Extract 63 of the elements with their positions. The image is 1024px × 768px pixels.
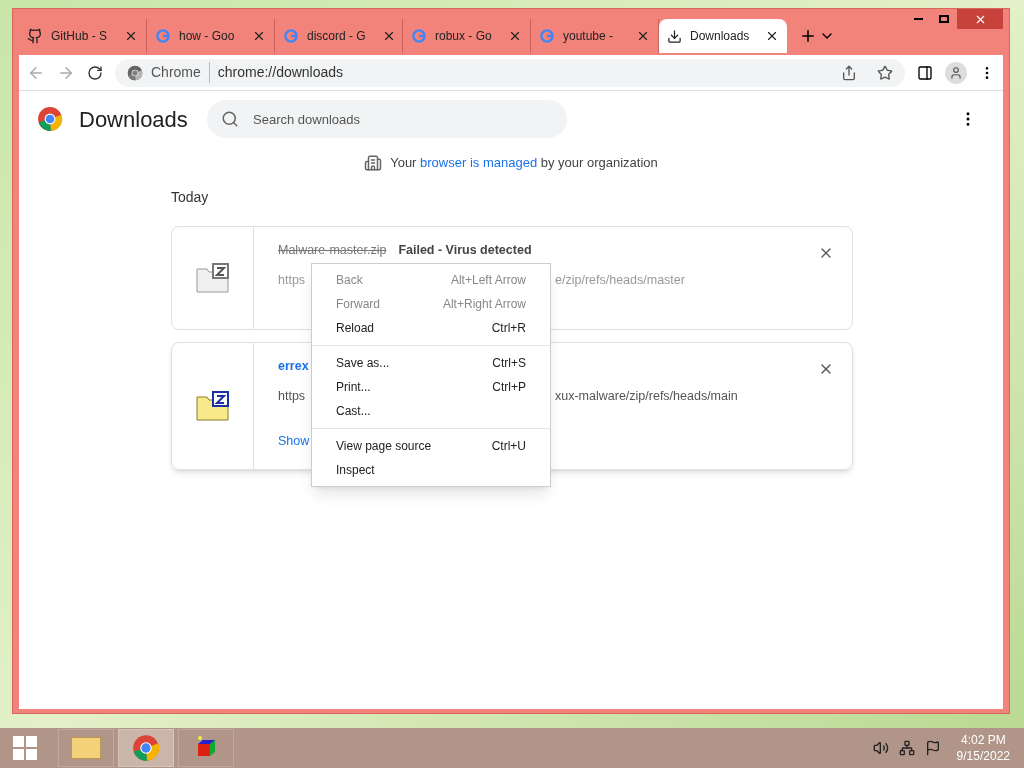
clock-date: 9/15/2022 [956,748,1010,764]
tab-title: how - Goo [179,28,235,45]
clock-time: 4:02 PM [960,732,1006,748]
file-url: xux-malware/zip/refs/heads/main [555,388,738,406]
download-status: Failed - Virus detected [398,241,532,259]
network-icon[interactable] [898,740,915,756]
new-tab-icon[interactable] [799,27,817,45]
letter-g-icon [411,28,427,44]
tab-title: discord - G [307,28,366,45]
browser-tab[interactable]: GitHub - S [19,19,147,53]
site-chip: Chrome [151,62,210,83]
menu-item[interactable]: Save as... Ctrl+S [312,351,550,375]
close-icon[interactable] [252,29,266,43]
browser-tab[interactable]: discord - G [275,19,403,53]
menu-item[interactable]: Reload Ctrl+R [312,316,550,340]
chrome-logo-icon [127,64,143,81]
share-icon[interactable] [841,64,857,81]
chrome-logo-icon [132,734,160,762]
managed-notice: Your browser is managed by your organization [390,154,658,172]
browser-tab[interactable]: how - Goo [147,19,275,53]
zip-file-icon [195,390,230,421]
tab-title: youtube - [563,28,614,45]
show-link[interactable]: Show [278,432,310,451]
tab-title: Downloads [690,28,750,45]
tab-title: robux - Go [435,28,492,45]
close-icon[interactable] [636,29,650,43]
address-bar[interactable]: Chrome chrome://downloads [115,58,905,87]
managed-link[interactable]: browser is managed [420,155,538,170]
url-text: chrome://downloads [217,63,345,82]
close-icon[interactable] [508,29,522,43]
file-url: https [278,273,306,288]
zip-file-icon [195,262,230,293]
search-field[interactable]: Search downloads [207,100,567,138]
page-title: Downloads [79,105,189,134]
browser-tab[interactable]: robux - Go [403,19,531,53]
letter-g-icon [283,28,299,44]
menu-item[interactable]: Print... Ctrl+P [312,375,550,399]
search-icon [221,110,239,128]
chrome-logo-icon [37,106,63,132]
chrome-taskbar-button[interactable] [118,729,174,767]
cube-icon[interactable] [178,729,234,767]
menu-item[interactable]: Cast... [312,399,550,423]
star-icon[interactable] [877,64,893,81]
file-name: Malware-master.zip [278,241,387,259]
cat-icon [27,28,43,44]
tab-title: GitHub - S [51,28,107,45]
profile-icon[interactable] [945,61,967,84]
file-url: https [278,389,306,404]
letter-g-icon [539,28,555,44]
side-panel-icon[interactable] [917,64,933,81]
file-name[interactable]: errex [278,356,309,376]
section-heading: Today [171,187,210,207]
download-icon [667,28,682,44]
menu-item[interactable]: Inspect [312,458,550,482]
menu-item[interactable]: View page source Ctrl+U [312,434,550,458]
reload-icon[interactable] [87,64,103,81]
speaker-muted-icon[interactable] [872,740,889,756]
flag-icon[interactable] [924,740,941,756]
building-icon [364,153,383,172]
close-icon[interactable] [124,29,138,43]
letter-g-icon [155,28,171,44]
browser-tab[interactable]: Downloads [659,19,787,53]
file-url: e/zip/refs/heads/master [555,272,685,290]
